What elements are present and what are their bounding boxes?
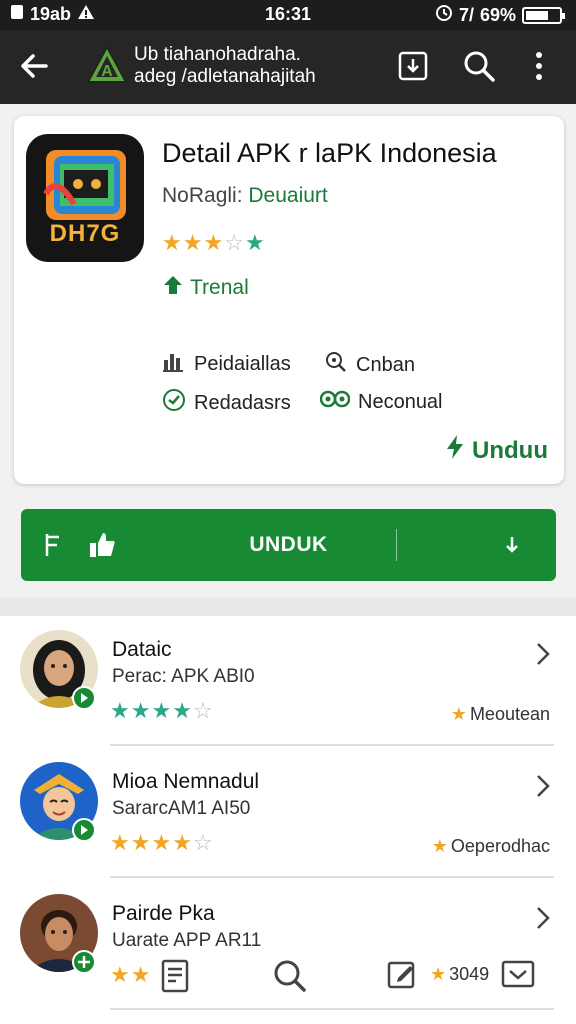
status-bar: 19ab 16:31 7/ 69% <box>0 0 576 30</box>
star-empty-icon: ☆ <box>224 230 244 255</box>
meta-language-label: Neconual <box>358 390 443 413</box>
signal-text: 7/ <box>458 5 474 25</box>
app-rating-stars: ★ ★ ★ ☆ ★ <box>162 232 265 254</box>
meta-language: Neconual <box>319 388 443 416</box>
chevron-right-icon[interactable] <box>532 772 554 805</box>
app-icon-label: DH7G <box>49 220 121 247</box>
verified-badge-icon <box>72 818 96 842</box>
card-download-link[interactable]: Unduu <box>444 434 548 467</box>
site-logo-icon: A <box>86 44 128 86</box>
nav-count: ★ 3049 <box>430 964 489 985</box>
search-icon[interactable] <box>460 47 498 85</box>
meta-search: Cnban <box>324 350 415 380</box>
star-icon: ★ <box>172 830 192 855</box>
star-icon: ★ <box>110 830 130 855</box>
verified-badge-icon <box>72 686 96 710</box>
download-button[interactable]: UNDUK <box>21 509 556 581</box>
star-icon: ★ <box>172 698 192 723</box>
list-item-name: Mioa Nemnadul <box>112 770 260 793</box>
app-bar: A Ub tiahanohadraha. adeg /adletanahajit… <box>0 30 576 104</box>
star-small-icon: ★ <box>430 964 447 984</box>
star-icon: ★ <box>244 230 265 255</box>
star-small-icon: ★ <box>450 704 467 724</box>
list-item[interactable]: Dataic Perac: APK ABI0 ★ ★ ★ ★ ☆ ★ Meout… <box>0 616 576 746</box>
list-item-rating: ★ ★ ★ ★ ☆ <box>110 700 213 722</box>
inbox-icon[interactable] <box>500 958 536 995</box>
download-button-separator <box>396 529 397 561</box>
nav-count-text: 3049 <box>449 964 490 984</box>
list-divider <box>110 876 554 878</box>
status-right: 7/ 69% <box>435 4 565 27</box>
bar-chart-icon <box>162 350 186 378</box>
more-options-icon[interactable] <box>520 47 558 85</box>
list-item-name: Pairde Pka <box>112 902 215 925</box>
list-item-tagline-text: Meoutean <box>469 704 550 724</box>
list-divider <box>110 1008 554 1010</box>
battery-text: 69% <box>479 5 516 25</box>
list-item-tagline-text: Oeperodhac <box>450 836 550 856</box>
magnifier-icon <box>324 350 348 380</box>
star-icon: ★ <box>130 830 151 855</box>
meta-reviews-label: Redadasrs <box>194 391 291 414</box>
chevron-right-icon[interactable] <box>532 904 554 937</box>
developer-prefix: NoRagli: <box>162 184 249 207</box>
meta-reviews: Redadasrs <box>162 388 291 418</box>
download-arrow-icon[interactable] <box>499 531 525 564</box>
star-icon: ★ <box>110 698 130 723</box>
chevron-right-icon[interactable] <box>532 640 554 673</box>
star-icon: ★ <box>151 698 172 723</box>
developer-name[interactable]: Deuaiurt <box>248 184 327 207</box>
svg-text:A: A <box>101 63 113 80</box>
search-nav-icon[interactable] <box>272 958 308 999</box>
download-button-label: UNDUK <box>249 533 328 556</box>
star-icon: ★ <box>162 230 182 255</box>
battery-icon <box>522 7 565 24</box>
bookmark-icon[interactable] <box>394 47 432 85</box>
star-half-icon: ★ <box>203 230 224 255</box>
lightning-icon <box>444 434 466 467</box>
star-empty-icon: ☆ <box>192 830 213 855</box>
star-empty-icon: ☆ <box>192 698 213 723</box>
trending-up-icon <box>162 274 184 302</box>
card-download-label: Unduu <box>472 436 548 464</box>
star-icon: ★ <box>182 230 203 255</box>
list-item-name: Dataic <box>112 638 172 661</box>
check-circle-icon <box>162 388 186 418</box>
star-icon: ★ <box>151 830 172 855</box>
star-icon: ★ <box>110 962 130 987</box>
star-icon: ★ <box>130 698 151 723</box>
list-item-tagline: ★ Oeperodhac <box>432 836 550 857</box>
meta-category-label: Peidaiallas <box>194 352 291 375</box>
verified-badge-icon <box>72 950 96 974</box>
app-title: Detail APK r laPK Indonesia <box>162 138 497 168</box>
list-item-subtitle: Uarate APP AR11 <box>112 930 262 951</box>
list-item-rating: ★ ★ ★ ★ ☆ <box>110 832 213 854</box>
edit-icon[interactable] <box>386 958 418 997</box>
list-item-rating: ★ ★ <box>110 964 150 986</box>
bottom-nav: ★ 3049 <box>150 954 550 998</box>
star-icon: ★ <box>130 962 151 987</box>
language-icon <box>319 388 351 416</box>
star-small-icon: ★ <box>431 836 448 856</box>
list-item[interactable]: Mioa Nemnadul SararcAM1 AI50 ★ ★ ★ ★ ☆ ★… <box>0 748 576 878</box>
alarm-icon <box>435 4 453 27</box>
header-title-line1: Ub tiahanohadraha. <box>134 44 301 65</box>
list-item-tagline: ★ Meoutean <box>451 704 550 725</box>
trend-row: Trenal <box>162 274 249 302</box>
back-arrow-icon[interactable] <box>16 48 52 84</box>
app-developer: NoRagli: Deuaiurt <box>162 184 328 208</box>
meta-search-label: Cnban <box>356 353 415 376</box>
app-detail-card: DH7G Detail APK r laPK Indonesia NoRagli… <box>14 116 564 484</box>
receipt-icon[interactable] <box>158 958 192 999</box>
section-divider <box>0 598 576 616</box>
trend-label: Trenal <box>190 276 249 299</box>
header-title-line2: adeg /adletanahajitah <box>134 66 316 87</box>
list-divider <box>110 744 554 746</box>
header-title: Ub tiahanohadraha. adeg /adletanahajitah <box>134 44 316 88</box>
list-item-subtitle: SararcAM1 AI50 <box>112 798 251 819</box>
list-item-subtitle: Perac: APK ABI0 <box>112 666 255 687</box>
meta-category: Peidaiallas <box>162 350 291 378</box>
app-icon[interactable]: DH7G <box>26 134 144 262</box>
